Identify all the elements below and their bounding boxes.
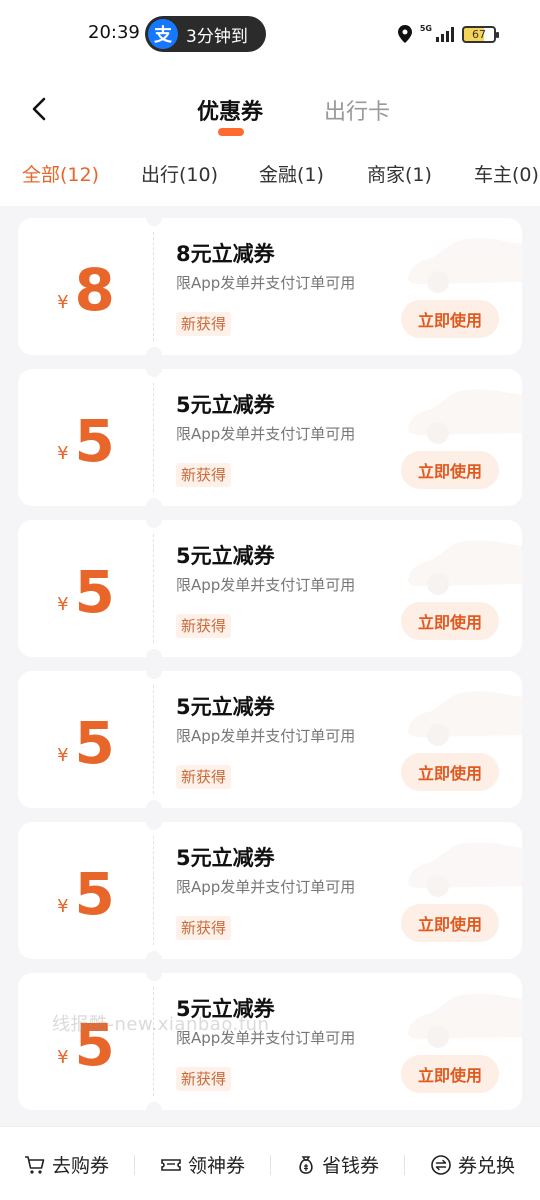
coupon-description: 限App发单并支付订单可用 bbox=[176, 425, 356, 443]
coupon-amount: ¥ 5 bbox=[18, 822, 154, 959]
signal-icon bbox=[436, 26, 454, 42]
nav-save-coupon[interactable]: 省钱券 bbox=[296, 1151, 379, 1178]
coupon-title: 5元立减券 bbox=[176, 544, 275, 568]
coupon-title: 8元立减券 bbox=[176, 242, 275, 266]
filter-merchant[interactable]: 商家(1) bbox=[367, 160, 432, 187]
ticket-icon bbox=[161, 1158, 181, 1171]
coupon-card: ¥ 5 5元立减券 限App发单并支付订单可用 新获得 立即使用 bbox=[18, 973, 522, 1110]
nav-buy-coupon[interactable]: 去购券 bbox=[24, 1151, 109, 1178]
currency-symbol: ¥ bbox=[57, 594, 69, 615]
bottom-nav: 去购券 领神券 省钱券 券兑换 bbox=[0, 1126, 540, 1200]
currency-symbol: ¥ bbox=[57, 745, 69, 766]
coupon-amount: ¥ 5 bbox=[18, 973, 154, 1110]
car-watermark-icon bbox=[408, 238, 522, 293]
coupon-card: ¥ 5 5元立减券 限App发单并支付订单可用 新获得 立即使用 bbox=[18, 369, 522, 506]
coupon-amount: ¥ 5 bbox=[18, 520, 154, 657]
tab-indicator bbox=[218, 128, 244, 136]
coupon-value: 5 bbox=[74, 558, 115, 626]
coupon-amount: ¥ 5 bbox=[18, 671, 154, 808]
filter-car-owner[interactable]: 车主(0) bbox=[474, 160, 539, 187]
coupon-amount: ¥ 8 bbox=[18, 218, 154, 355]
coupon-list: ¥ 8 8元立减券 限App发单并支付订单可用 新获得 立即使用 ¥ 5 5元立… bbox=[0, 206, 540, 1126]
coupon-description: 限App发单并支付订单可用 bbox=[176, 274, 356, 292]
new-badge: 新获得 bbox=[176, 1067, 232, 1091]
coupon-card: ¥ 5 5元立减券 限App发单并支付订单可用 新获得 立即使用 bbox=[18, 822, 522, 959]
new-badge: 新获得 bbox=[176, 312, 232, 336]
use-now-button[interactable]: 立即使用 bbox=[401, 602, 499, 640]
new-badge: 新获得 bbox=[176, 765, 232, 789]
currency-symbol: ¥ bbox=[57, 1047, 69, 1068]
coupon-card: ¥ 5 5元立减券 限App发单并支付订单可用 新获得 立即使用 bbox=[18, 671, 522, 808]
tab-coupons[interactable]: 优惠券 bbox=[197, 94, 263, 126]
car-watermark-icon bbox=[408, 842, 522, 897]
header: 优惠券 出行卡 bbox=[0, 68, 540, 146]
nav-label: 省钱券 bbox=[322, 1155, 380, 1177]
coupon-value: 5 bbox=[74, 407, 115, 475]
coupon-card: ¥ 8 8元立减券 限App发单并支付订单可用 新获得 立即使用 bbox=[18, 218, 522, 355]
alipay-pill-label: 3分钟到 bbox=[186, 26, 248, 47]
nav-label: 去购券 bbox=[52, 1155, 110, 1177]
car-watermark-icon bbox=[408, 389, 522, 444]
new-badge: 新获得 bbox=[176, 614, 232, 638]
alipay-return-pill[interactable]: 支 3分钟到 bbox=[145, 16, 266, 52]
exchange-icon bbox=[431, 1154, 451, 1175]
alipay-logo-icon: 支 bbox=[148, 19, 178, 49]
nav-label: 领神券 bbox=[188, 1155, 246, 1177]
car-watermark-icon bbox=[408, 691, 522, 746]
car-watermark-icon bbox=[408, 540, 522, 595]
coupon-description: 限App发单并支付订单可用 bbox=[176, 878, 356, 896]
new-badge: 新获得 bbox=[176, 916, 232, 940]
filter-all[interactable]: 全部(12) bbox=[22, 160, 99, 187]
car-watermark-icon bbox=[408, 993, 522, 1048]
coupon-value: 5 bbox=[74, 860, 115, 928]
filter-finance[interactable]: 金融(1) bbox=[259, 160, 324, 187]
battery-icon: 67 bbox=[462, 25, 499, 43]
currency-symbol: ¥ bbox=[57, 292, 69, 313]
coupon-title: 5元立减券 bbox=[176, 846, 275, 870]
coupon-title: 5元立减券 bbox=[176, 393, 275, 417]
currency-symbol: ¥ bbox=[57, 443, 69, 464]
coupon-amount: ¥ 5 bbox=[18, 369, 154, 506]
nav-label: 券兑换 bbox=[458, 1155, 516, 1177]
cart-icon bbox=[25, 1155, 45, 1174]
coupon-value: 5 bbox=[74, 709, 115, 777]
coupon-value: 8 bbox=[74, 256, 115, 324]
filter-travel[interactable]: 出行(10) bbox=[141, 160, 218, 187]
nav-exchange-coupon[interactable]: 券兑换 bbox=[430, 1151, 515, 1178]
money-bag-icon bbox=[299, 1155, 313, 1174]
coupon-description: 限App发单并支付订单可用 bbox=[176, 576, 356, 594]
nav-claim-coupon[interactable]: 领神券 bbox=[160, 1151, 245, 1178]
site-watermark: 线报酷-new.xianbao.fun bbox=[52, 1014, 270, 1035]
use-now-button[interactable]: 立即使用 bbox=[401, 1055, 499, 1093]
network-type: 5G bbox=[419, 24, 432, 33]
use-now-button[interactable]: 立即使用 bbox=[401, 753, 499, 791]
status-time: 20:39 bbox=[88, 22, 140, 43]
new-badge: 新获得 bbox=[176, 463, 232, 487]
coupon-card: ¥ 5 5元立减券 限App发单并支付订单可用 新获得 立即使用 bbox=[18, 520, 522, 657]
location-icon bbox=[397, 25, 412, 43]
use-now-button[interactable]: 立即使用 bbox=[401, 904, 499, 942]
back-arrow-icon bbox=[32, 97, 46, 121]
currency-symbol: ¥ bbox=[57, 896, 69, 917]
status-indicators: 5G 67 bbox=[397, 24, 499, 44]
status-bar: 20:39 支 3分钟到 5G 67 bbox=[0, 0, 540, 68]
coupon-title: 5元立减券 bbox=[176, 695, 275, 719]
tab-travel-card[interactable]: 出行卡 bbox=[324, 94, 390, 126]
battery-level: 67 bbox=[472, 27, 486, 41]
coupon-description: 限App发单并支付订单可用 bbox=[176, 727, 356, 745]
use-now-button[interactable]: 立即使用 bbox=[401, 451, 499, 489]
category-filter-bar: 全部(12) 出行(10) 金融(1) 商家(1) 车主(0) bbox=[0, 146, 540, 206]
back-button[interactable] bbox=[24, 92, 54, 126]
use-now-button[interactable]: 立即使用 bbox=[401, 300, 499, 338]
